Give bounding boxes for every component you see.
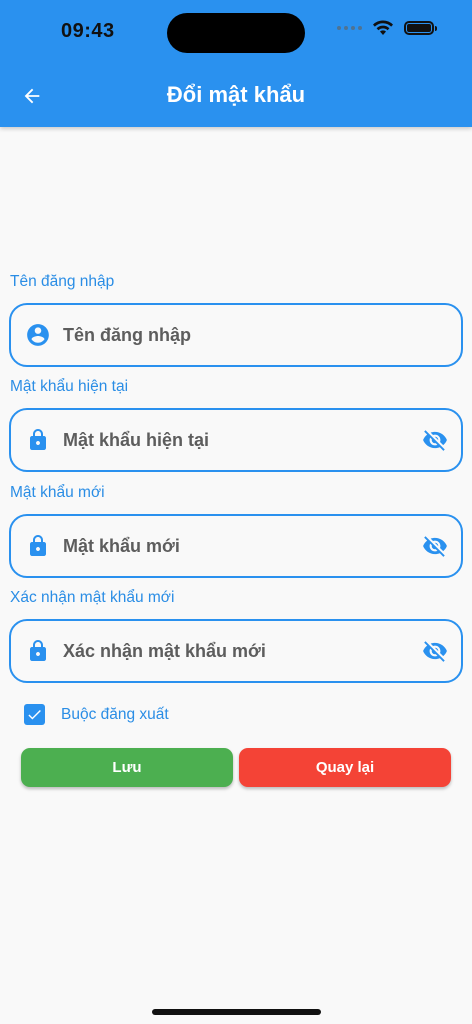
- lock-icon: [25, 427, 51, 453]
- save-button[interactable]: Lưu: [21, 748, 233, 787]
- force-logout-label: Buộc đăng xuất: [61, 705, 169, 723]
- current-password-input[interactable]: [63, 410, 403, 470]
- lock-icon: [25, 638, 51, 664]
- lock-icon: [25, 533, 51, 559]
- check-icon: [28, 709, 41, 720]
- status-time: 09:43: [61, 20, 115, 42]
- cellular-signal-icon: [337, 26, 362, 30]
- confirm-password-label: Xác nhận mật khẩu mới: [10, 589, 175, 606]
- dynamic-island: [167, 13, 305, 53]
- account-circle-icon: [25, 322, 51, 348]
- back-cancel-button[interactable]: Quay lại: [239, 748, 451, 787]
- force-logout-checkbox[interactable]: [24, 704, 45, 725]
- wifi-icon: [373, 20, 393, 35]
- eye-off-icon[interactable]: [421, 426, 449, 454]
- new-password-field-container[interactable]: [9, 514, 463, 578]
- current-password-label: Mật khẩu hiện tại: [10, 378, 129, 395]
- page-title: Đổi mật khẩu: [166, 82, 306, 107]
- app-bar: 09:43 Đổi mật khẩu: [0, 0, 472, 127]
- username-label: Tên đăng nhập: [10, 273, 115, 290]
- username-input[interactable]: [63, 305, 403, 365]
- confirm-password-input[interactable]: [63, 621, 403, 681]
- new-password-input[interactable]: [63, 516, 403, 576]
- new-password-label: Mật khẩu mới: [10, 484, 105, 501]
- battery-icon: [404, 21, 437, 35]
- current-password-field-container[interactable]: [9, 408, 463, 472]
- force-logout-row[interactable]: Buộc đăng xuất: [24, 704, 169, 725]
- home-indicator: [152, 1009, 321, 1015]
- status-icons: [337, 20, 437, 36]
- username-field-container[interactable]: [9, 303, 463, 367]
- eye-off-icon[interactable]: [421, 637, 449, 665]
- eye-off-icon[interactable]: [421, 532, 449, 560]
- confirm-password-field-container[interactable]: [9, 619, 463, 683]
